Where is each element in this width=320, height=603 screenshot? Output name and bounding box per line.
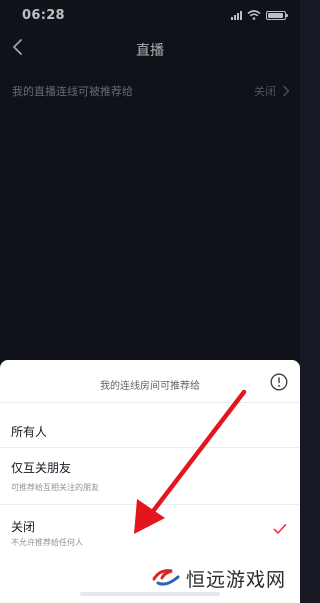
check-icon [273, 524, 287, 534]
option-label: 所有人 [11, 425, 48, 439]
watermark: 恒远游戏网 [150, 562, 290, 594]
option-label: 仅互关朋友 [11, 461, 72, 475]
option-everyone[interactable]: 所有人 [0, 403, 300, 447]
option-description: 可推荐给互相关注的朋友 [11, 483, 99, 492]
sheet-title: 我的连线房间可推荐给 [100, 381, 200, 392]
option-label: 关闭 [11, 520, 36, 534]
info-icon[interactable] [270, 373, 288, 391]
option-mutual-friends[interactable]: 仅互关朋友 可推荐给互相关注的朋友 [0, 448, 300, 504]
option-off[interactable]: 关闭 不允许推荐给任何人 [0, 505, 300, 555]
option-description: 不允许推荐给任何人 [11, 538, 83, 547]
watermark-logo-icon [152, 569, 180, 586]
watermark-text: 恒远游戏网 [186, 568, 287, 591]
